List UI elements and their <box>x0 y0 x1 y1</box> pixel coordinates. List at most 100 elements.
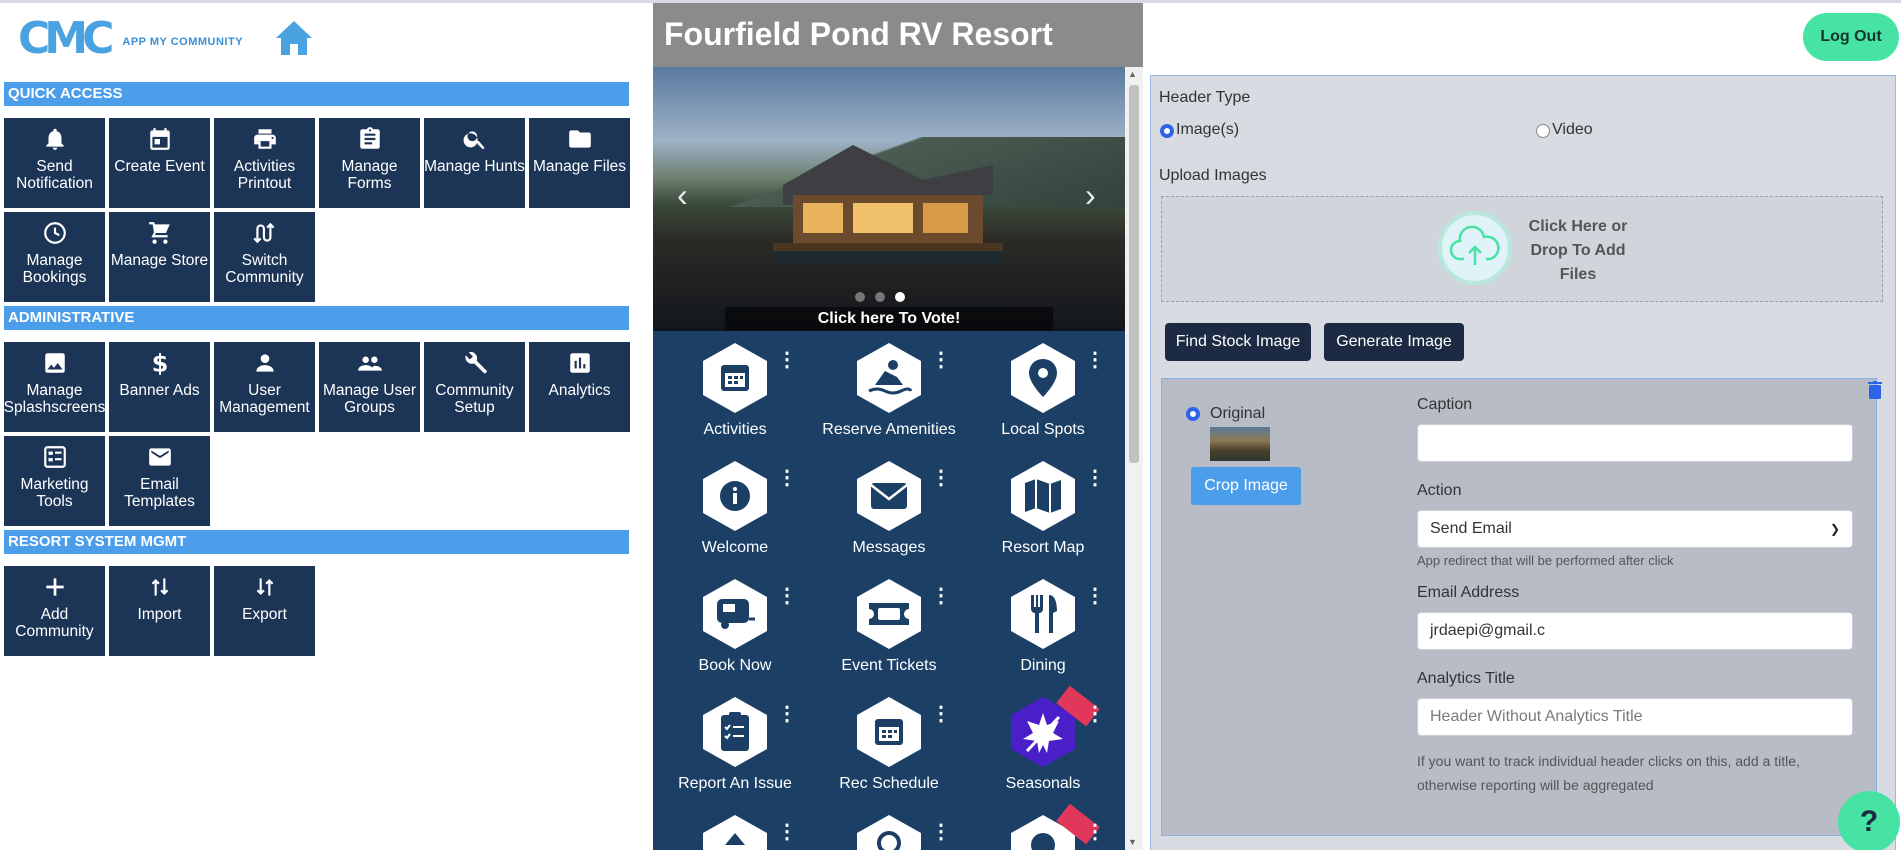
tile-manage-store[interactable]: Manage Store <box>109 212 210 302</box>
radio-video-label[interactable]: Video <box>1552 121 1593 139</box>
app-seasonals[interactable]: Seasonals ⋮ <box>961 685 1125 793</box>
tile-manage-hunts[interactable]: Manage Hunts <box>424 118 525 208</box>
caption-input[interactable] <box>1417 424 1853 462</box>
tile-add-community[interactable]: Add Community <box>4 566 105 656</box>
app-rec-schedule[interactable]: Rec Schedule ⋮ <box>807 695 971 793</box>
app-report-an-issue[interactable]: Report An Issue ⋮ <box>653 695 817 793</box>
tile-label: Community Setup <box>435 382 514 416</box>
more-icon[interactable]: ⋮ <box>1085 468 1105 488</box>
app-label: Messages <box>852 539 926 556</box>
help-button[interactable]: ? <box>1838 791 1900 850</box>
app-local-spots[interactable]: Local Spots ⋮ <box>961 341 1125 439</box>
crop-image-button[interactable]: Crop Image <box>1191 467 1301 505</box>
logout-button[interactable]: Log Out <box>1803 13 1899 61</box>
tile-import[interactable]: Import <box>109 566 210 656</box>
app-book-now[interactable]: Book Now ⋮ <box>653 577 817 675</box>
app-partial-2[interactable]: ⋮ <box>807 813 971 850</box>
tile-label: Manage Files <box>532 158 627 175</box>
more-icon[interactable]: ⋮ <box>931 822 951 842</box>
header-carousel[interactable]: ‹ › Click here To Vote! <box>653 67 1125 331</box>
more-icon[interactable]: ⋮ <box>777 468 797 488</box>
original-label: Original <box>1210 405 1266 422</box>
app-activities[interactable]: Activities ⋮ <box>653 341 817 439</box>
more-icon[interactable]: ⋮ <box>1085 586 1105 606</box>
map-pin-icon <box>1011 343 1075 413</box>
vote-banner[interactable]: Click here To Vote! <box>725 307 1053 331</box>
carousel-dot[interactable] <box>875 292 885 302</box>
upload-text: Click Here or Drop To Add Files <box>1528 218 1628 283</box>
more-icon[interactable]: ⋮ <box>931 704 951 724</box>
radio-video[interactable] <box>1536 124 1550 138</box>
tile-export[interactable]: Export <box>214 566 315 656</box>
app-dining[interactable]: Dining ⋮ <box>961 577 1125 675</box>
tile-manage-user-groups[interactable]: Manage User Groups <box>319 342 420 432</box>
carousel-prev-icon[interactable]: ‹ <box>677 177 688 214</box>
trash-icon[interactable] <box>1868 381 1882 399</box>
tile-label: Marketing Tools <box>20 476 89 510</box>
more-icon[interactable]: ⋮ <box>931 350 951 370</box>
section-administrative: ADMINISTRATIVE <box>4 306 629 330</box>
more-icon[interactable]: ⋮ <box>777 704 797 724</box>
carousel-next-icon[interactable]: › <box>1085 177 1096 214</box>
wrench-icon <box>464 351 487 374</box>
radio-original[interactable] <box>1186 407 1200 421</box>
tile-switch-community[interactable]: Switch Community <box>214 212 315 302</box>
admin-sidebar: CMC APP MY COMMUNITY QUICK ACCESS Send N… <box>0 3 640 850</box>
action-label: Action <box>1417 482 1462 499</box>
tile-send-notification[interactable]: Send Notification <box>4 118 105 208</box>
analytics-hint-line-2: otherwise reporting will be aggregated <box>1417 777 1654 793</box>
tile-label: Create Event <box>114 158 205 175</box>
app-resort-map[interactable]: Resort Map ⋮ <box>961 459 1125 557</box>
checklist-icon <box>43 446 66 468</box>
carousel-indicators <box>855 292 905 302</box>
tile-manage-bookings[interactable]: Manage Bookings <box>4 212 105 302</box>
tile-manage-files[interactable]: Manage Files <box>529 118 630 208</box>
more-icon[interactable]: ⋮ <box>777 586 797 606</box>
more-icon[interactable]: ⋮ <box>931 586 951 606</box>
rv-icon <box>703 579 767 649</box>
email-address-input[interactable]: jrdaepi@gmail.c <box>1417 612 1853 650</box>
app-partial-1[interactable]: ⋮ <box>653 813 817 850</box>
tile-activities-printout[interactable]: Activities Printout <box>214 118 315 208</box>
more-icon[interactable]: ⋮ <box>777 350 797 370</box>
tile-create-event[interactable]: Create Event <box>109 118 210 208</box>
tile-community-setup[interactable]: Community Setup <box>424 342 525 432</box>
tile-label: Manage Store <box>110 252 209 269</box>
calendar-icon <box>149 128 170 150</box>
more-icon[interactable]: ⋮ <box>1085 822 1105 842</box>
chevron-down-icon: ❯ <box>1829 522 1840 536</box>
scroll-down-icon[interactable]: ▼ <box>1128 837 1137 847</box>
app-welcome[interactable]: Welcome ⋮ <box>653 459 817 557</box>
tile-analytics[interactable]: Analytics <box>529 342 630 432</box>
more-icon[interactable]: ⋮ <box>777 822 797 842</box>
app-reserve-amenities[interactable]: Reserve Amenities ⋮ <box>807 341 971 439</box>
home-icon[interactable] <box>274 19 314 57</box>
tile-label: Activities Printout <box>233 158 296 192</box>
action-hint: App redirect that will be performed afte… <box>1417 553 1674 568</box>
action-select[interactable]: Send Email ❯ <box>1417 510 1853 548</box>
tile-banner-ads[interactable]: $ Banner Ads <box>109 342 210 432</box>
tile-email-templates[interactable]: Email Templates <box>109 436 210 526</box>
app-messages[interactable]: Messages ⋮ <box>807 459 971 557</box>
find-stock-image-button[interactable]: Find Stock Image <box>1165 323 1311 361</box>
tile-manage-forms[interactable]: Manage Forms <box>319 118 420 208</box>
analytics-title-input[interactable]: Header Without Analytics Title <box>1417 698 1853 736</box>
tile-marketing-tools[interactable]: Marketing Tools <box>4 436 105 526</box>
more-icon[interactable]: ⋮ <box>931 468 951 488</box>
upload-dropzone[interactable]: Click Here or Drop To Add Files <box>1161 196 1883 302</box>
more-icon[interactable]: ⋮ <box>1085 350 1105 370</box>
tile-user-management[interactable]: User Management <box>214 342 315 432</box>
radio-images-label[interactable]: Image(s) <box>1176 121 1239 139</box>
radio-images[interactable] <box>1160 124 1174 138</box>
carousel-dot-active[interactable] <box>895 292 905 302</box>
tile-manage-splashscreens[interactable]: Manage Splashscreens <box>4 342 105 432</box>
scroll-up-icon[interactable]: ▲ <box>1128 69 1137 79</box>
app-event-tickets[interactable]: Event Tickets ⋮ <box>807 577 971 675</box>
preview-scrollbar[interactable]: ▲ ▼ <box>1125 67 1143 850</box>
app-partial-3[interactable]: ⋮ <box>961 803 1125 850</box>
generate-image-button[interactable]: Generate Image <box>1324 323 1464 361</box>
scrollbar-thumb[interactable] <box>1129 85 1139 463</box>
carousel-dot[interactable] <box>855 292 865 302</box>
app-logo[interactable]: CMC APP MY COMMUNITY <box>18 13 254 65</box>
more-icon[interactable]: ⋮ <box>1085 704 1105 724</box>
